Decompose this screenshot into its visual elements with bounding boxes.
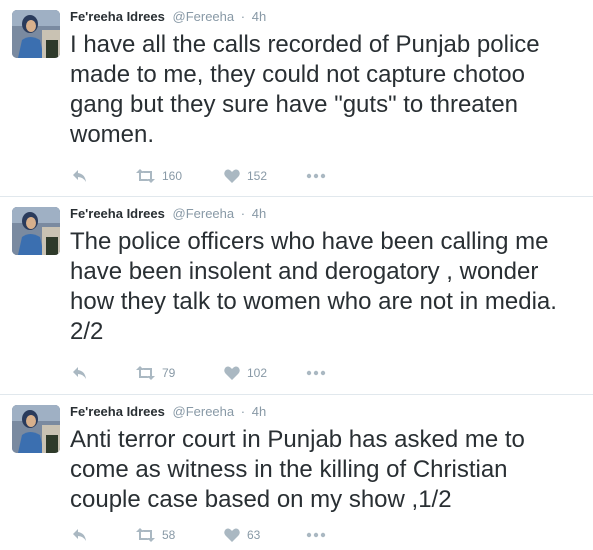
retweet-icon	[136, 366, 155, 380]
more-button[interactable]	[306, 370, 330, 376]
like-button[interactable]: 102	[224, 366, 306, 380]
like-button[interactable]: 63	[224, 528, 306, 542]
retweet-count: 160	[162, 169, 183, 183]
tweet-header: Fe'reeha Idrees @Fereeha · 4h	[70, 8, 577, 26]
tweet-header: Fe'reeha Idrees @Fereeha · 4h	[70, 403, 577, 421]
heart-icon	[224, 169, 240, 183]
more-icon	[306, 532, 326, 538]
tweet-actions: 160 152	[70, 166, 330, 186]
more-button[interactable]	[306, 532, 330, 538]
avatar[interactable]	[12, 10, 60, 58]
profile-photo	[12, 10, 60, 58]
profile-photo	[12, 405, 60, 453]
timestamp[interactable]: 4h	[252, 9, 266, 24]
more-button[interactable]	[306, 173, 330, 179]
tweet-content: Fe'reeha Idrees @Fereeha · 4h Anti terro…	[70, 403, 577, 515]
retweet-button[interactable]: 58	[136, 528, 224, 542]
tweet[interactable]: Fe'reeha Idrees @Fereeha · 4h I have all…	[0, 0, 593, 197]
author-handle[interactable]: @Fereeha	[173, 206, 235, 221]
more-icon	[306, 370, 326, 376]
tweet-timeline: Fe'reeha Idrees @Fereeha · 4h I have all…	[0, 0, 593, 550]
tweet-text: Anti terror court in Punjab has asked me…	[70, 426, 525, 513]
reply-button[interactable]	[70, 528, 136, 542]
retweet-icon	[136, 169, 155, 183]
profile-photo	[12, 207, 60, 255]
tweet-text: I have all the calls recorded of Punjab …	[70, 31, 540, 148]
timestamp[interactable]: 4h	[252, 206, 266, 221]
like-count: 63	[247, 528, 261, 542]
tweet[interactable]: Fe'reeha Idrees @Fereeha · 4h Anti terro…	[0, 395, 593, 550]
separator: ·	[240, 206, 246, 221]
author-name[interactable]: Fe'reeha Idrees	[70, 404, 165, 419]
tweet-actions: 79 102	[70, 363, 330, 383]
author-name[interactable]: Fe'reeha Idrees	[70, 206, 165, 221]
separator: ·	[240, 9, 246, 24]
reply-button[interactable]	[70, 169, 136, 183]
retweet-count: 58	[162, 528, 176, 542]
author-name[interactable]: Fe'reeha Idrees	[70, 9, 165, 24]
retweet-button[interactable]: 79	[136, 366, 224, 380]
more-icon	[306, 173, 326, 179]
retweet-button[interactable]: 160	[136, 169, 224, 183]
reply-button[interactable]	[70, 366, 136, 380]
retweet-icon	[136, 528, 155, 542]
avatar[interactable]	[12, 405, 60, 453]
separator: ·	[240, 404, 246, 419]
tweet-header: Fe'reeha Idrees @Fereeha · 4h	[70, 205, 577, 223]
tweet[interactable]: Fe'reeha Idrees @Fereeha · 4h The police…	[0, 197, 593, 395]
like-button[interactable]: 152	[224, 169, 306, 183]
author-handle[interactable]: @Fereeha	[173, 404, 235, 419]
tweet-text: The police officers who have been callin…	[70, 228, 557, 345]
like-count: 102	[247, 366, 268, 380]
reply-icon	[73, 367, 86, 379]
tweet-content: Fe'reeha Idrees @Fereeha · 4h I have all…	[70, 8, 577, 150]
reply-icon	[73, 170, 86, 182]
like-count: 152	[247, 169, 268, 183]
tweet-actions: 58 63	[70, 525, 330, 545]
heart-icon	[224, 366, 240, 380]
avatar[interactable]	[12, 207, 60, 255]
timestamp[interactable]: 4h	[252, 404, 266, 419]
author-handle[interactable]: @Fereeha	[173, 9, 235, 24]
heart-icon	[224, 528, 240, 542]
retweet-count: 79	[162, 366, 176, 380]
tweet-content: Fe'reeha Idrees @Fereeha · 4h The police…	[70, 205, 577, 347]
reply-icon	[73, 529, 86, 541]
